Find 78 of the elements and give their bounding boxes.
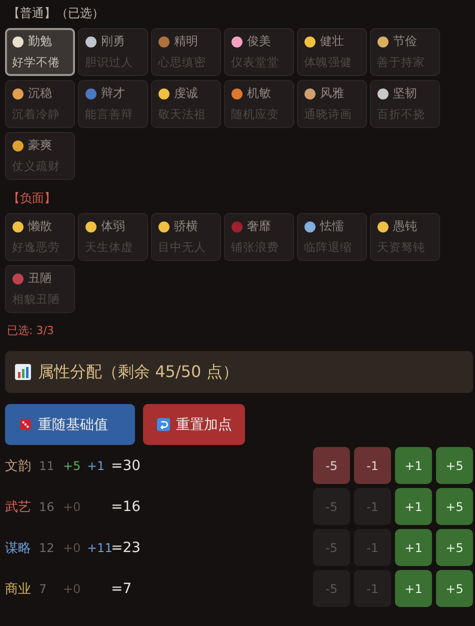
trait-icon <box>12 272 24 284</box>
decrease-button[interactable]: -1 <box>354 447 391 484</box>
trait-icon <box>158 220 170 232</box>
stat-name: 商业 <box>5 580 32 598</box>
trait-name: 健壮 <box>320 33 344 50</box>
stat-base: 12 <box>39 540 56 554</box>
trait-icon <box>231 36 243 48</box>
trait-name: 辩才 <box>101 85 125 102</box>
stat-total: =7 <box>111 580 132 596</box>
trait-name: 怯懦 <box>320 218 344 235</box>
stat-total: =23 <box>111 540 141 556</box>
increase-button[interactable]: +1 <box>395 529 432 566</box>
section-title: 【负面】 <box>7 190 57 207</box>
trait-name: 奢靡 <box>247 218 271 235</box>
stat-bonus: +0 <box>63 582 82 596</box>
trait-name: 机敏 <box>247 85 271 102</box>
trait-icon <box>231 220 243 232</box>
trait-icon <box>377 88 389 100</box>
stat-bonus: +0 <box>63 500 82 514</box>
increase-button[interactable]: +5 <box>436 570 473 607</box>
increase-button[interactable]: +1 <box>395 570 432 607</box>
reset-button[interactable]: 重置加点 <box>143 404 245 445</box>
trait-icon <box>158 88 170 100</box>
trait-icon <box>158 36 170 48</box>
stat-base: 11 <box>39 458 56 472</box>
trait-icon <box>304 36 316 48</box>
trait-name: 精明 <box>174 33 198 50</box>
stat-bonus: +0 <box>63 540 82 554</box>
trait-name: 丑陋 <box>28 270 52 287</box>
trait-icon <box>85 36 97 48</box>
trait-icon <box>231 88 243 100</box>
increase-button[interactable]: +5 <box>436 529 473 566</box>
trait-name: 虔诚 <box>174 85 198 102</box>
decrease-button[interactable]: -5 <box>313 447 350 484</box>
section-title: 【普通】（已选） <box>7 5 105 22</box>
dice-icon <box>19 418 32 431</box>
stat-base: 7 <box>39 582 48 596</box>
stat-name: 武艺 <box>5 498 32 516</box>
trait-description: 好学不倦 <box>12 55 61 70</box>
trait-name: 愚钝 <box>393 218 417 235</box>
bar-chart-icon <box>15 364 31 380</box>
stat-total: =30 <box>111 458 141 474</box>
increase-button[interactable]: +5 <box>436 488 473 525</box>
increase-button[interactable]: +1 <box>395 488 432 525</box>
stat-name: 谋略 <box>5 540 32 556</box>
stat-extra: +11 <box>87 540 112 554</box>
trait-icon <box>85 220 97 232</box>
reroll-button[interactable]: 重随基础值 <box>5 404 135 445</box>
trait-name: 风雅 <box>320 85 344 102</box>
trait-name: 沉稳 <box>28 85 52 102</box>
trait-name: 体弱 <box>101 218 125 235</box>
trait-icon <box>377 220 389 232</box>
trait-icon <box>304 220 316 232</box>
trait-card[interactable]: 勤勉 好学不倦 <box>5 28 75 76</box>
trait-icon <box>12 140 24 152</box>
stat-name: 文韵 <box>5 458 32 474</box>
increase-button[interactable]: +5 <box>436 447 473 484</box>
trait-icon <box>85 88 97 100</box>
header-text: 属性分配（剩余 45/50 点） <box>38 362 238 382</box>
trait-name: 骄横 <box>174 218 198 235</box>
stat-extra: +1 <box>87 458 105 472</box>
trait-icon <box>304 88 316 100</box>
selected-count: 已选: 3/3 <box>6 323 55 339</box>
trait-name: 豪爽 <box>28 137 52 154</box>
trait-icon <box>12 88 24 100</box>
trait-icon <box>12 36 24 48</box>
trait-name: 节俭 <box>393 33 417 50</box>
stat-bonus: +5 <box>63 458 82 472</box>
trait-icon <box>12 220 24 232</box>
trait-name: 刚勇 <box>101 33 125 50</box>
trait-name: 俊美 <box>247 33 271 50</box>
stat-total: =16 <box>111 498 141 514</box>
trait-icon <box>377 36 389 48</box>
trait-name: 坚韧 <box>393 85 417 102</box>
trait-name: 懒散 <box>28 218 52 235</box>
stat-base: 16 <box>39 500 56 514</box>
increase-button[interactable]: +1 <box>395 447 432 484</box>
trait-name: 勤勉 <box>28 33 52 50</box>
